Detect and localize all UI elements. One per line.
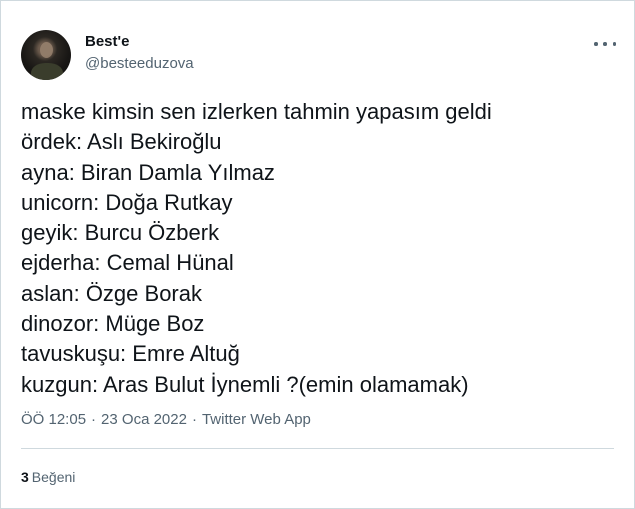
more-dot [603,42,607,46]
tweet-time[interactable]: ÖÖ 12:05 [21,411,86,428]
tweet-line: aslan: Özge Borak [21,280,202,306]
tweet-metadata: ÖÖ 12:05 · 23 Oca 2022 · Twitter Web App [21,411,311,428]
more-dot [612,42,616,46]
tweet-line: maske kimsin sen izlerken tahmin yapasım… [21,99,492,124]
likes-label: Beğeni [31,469,76,485]
tweet-line: kuzgun: Aras Bulut İynemli ?(emin olamam… [21,371,469,397]
tweet-text: maske kimsin sen izlerken tahmin yapasım… [21,97,621,400]
avatar[interactable] [21,30,71,80]
avatar-body [31,63,63,80]
likes-count: 3 [21,469,29,485]
tweet-line: ayna: Biran Damla Yılmaz [21,159,275,185]
meta-separator: · [191,411,197,428]
user-handle[interactable]: @besteeduzova [85,55,194,72]
tweet-line: unicorn: Doğa Rutkay [21,189,233,215]
tweet-line: ördek: Aslı Bekiroğlu [21,129,222,155]
tweet-line: dinozor: Müge Boz [21,311,205,337]
tweet-card: Best'e @besteeduzova maske kimsin sen iz… [0,0,635,509]
divider [21,448,614,449]
tweet-line: tavuskuşu: Emre Altuğ [21,341,240,367]
more-options-icon[interactable] [594,36,616,52]
likes-count-link[interactable]: 3 Beğeni [21,469,75,485]
display-name[interactable]: Best'e [85,33,129,50]
more-dot [594,42,598,46]
tweet-date[interactable]: 23 Oca 2022 [101,411,187,428]
tweet-source[interactable]: Twitter Web App [202,411,311,428]
avatar-face [40,42,53,58]
tweet-line: geyik: Burcu Özberk [21,220,220,246]
tweet-line: ejderha: Cemal Hünal [21,250,234,276]
meta-separator: · [91,411,97,428]
